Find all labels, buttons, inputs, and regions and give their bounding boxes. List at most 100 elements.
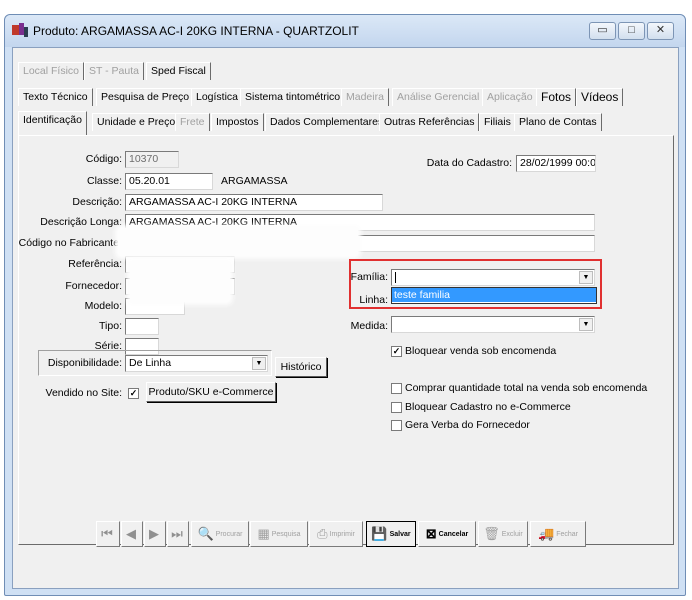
bloquear-venda-checkbox[interactable]: ✓ bbox=[391, 346, 402, 357]
vendido-site-label: Vendido no Site: bbox=[45, 387, 122, 399]
procurar-label: Procurar bbox=[215, 530, 243, 538]
chevron-down-icon[interactable]: ▼ bbox=[252, 357, 266, 370]
window-title: Produto: ARGAMASSA AC-I 20KG INTERNA - Q… bbox=[33, 24, 359, 38]
tab-aplicacao[interactable]: Aplicação bbox=[482, 88, 538, 106]
pesquisa-button[interactable]: ▦ Pesquisa bbox=[250, 521, 308, 547]
excluir-label: Excluir bbox=[501, 530, 523, 538]
maximize-icon: □ bbox=[628, 24, 635, 36]
next-record-button[interactable]: ▶ bbox=[144, 521, 166, 547]
first-record-button[interactable]: ⏮ bbox=[96, 521, 120, 547]
tipo-label: Tipo: bbox=[99, 320, 122, 332]
printer-icon: ⎙ bbox=[317, 526, 328, 541]
title-bar[interactable]: Produto: ARGAMASSA AC-I 20KG INTERNA - Q… bbox=[5, 15, 685, 47]
pesquisa-label: Pesquisa bbox=[271, 530, 301, 538]
gera-verba-checkbox[interactable] bbox=[391, 420, 402, 431]
medida-label: Medida: bbox=[350, 320, 388, 332]
tab-outras-referencias[interactable]: Outras Referências bbox=[379, 113, 480, 131]
data-cadastro-label: Data do Cadastro: bbox=[426, 157, 512, 169]
disponibilidade-label: Disponibilidade: bbox=[47, 357, 122, 369]
tab-fotos[interactable]: Fotos bbox=[536, 88, 577, 106]
minimize-button[interactable]: ▭ bbox=[589, 22, 616, 40]
text-caret bbox=[395, 271, 396, 283]
cancel-icon: ⊠ bbox=[425, 526, 437, 541]
redaction-smudge bbox=[130, 262, 230, 302]
app-icon bbox=[12, 23, 28, 37]
fornecedor-label: Fornecedor: bbox=[65, 280, 122, 292]
bloquear-cadastro-label: Bloquear Cadastro no e-Commerce bbox=[405, 401, 571, 413]
tab-analise-gerencial[interactable]: Análise Gerencial bbox=[392, 88, 485, 106]
medida-select[interactable]: ▼ bbox=[391, 316, 595, 333]
descricao-label: Descrição: bbox=[72, 196, 122, 208]
chevron-down-icon[interactable]: ▼ bbox=[579, 318, 593, 331]
close-button[interactable]: ✕ bbox=[647, 22, 674, 40]
prev-icon: ◀ bbox=[126, 526, 136, 541]
bloquear-venda-label: Bloquear venda sob encomenda bbox=[405, 345, 557, 357]
linha-label: Linha: bbox=[359, 294, 388, 306]
fechar-label: Fechar bbox=[556, 530, 578, 538]
familia-label: Família: bbox=[350, 271, 388, 283]
historico-button[interactable]: Histórico bbox=[275, 357, 327, 377]
tab-sistema-tintometrico[interactable]: Sistema tintométrico bbox=[240, 88, 346, 106]
familia-select[interactable]: ▼ bbox=[391, 269, 595, 286]
floppy-disk-icon: 💾 bbox=[371, 526, 388, 541]
data-cadastro-field[interactable]: 28/02/1999 00:0 bbox=[516, 155, 596, 172]
close-icon: ✕ bbox=[655, 24, 666, 36]
navigation-toolbar: ⏮ ◀ ▶ ⏭ 🔍 Procurar ▦ Pesquisa ⎙ Imprimir 💾 S… bbox=[96, 521, 586, 547]
descricao-longa-label: Descrição Longa: bbox=[40, 216, 122, 228]
salvar-label: Salvar bbox=[389, 530, 411, 538]
salvar-button[interactable]: 💾 Salvar bbox=[366, 521, 416, 547]
procurar-button[interactable]: 🔍 Procurar bbox=[191, 521, 249, 547]
tab-st-pauta[interactable]: ST - Pauta bbox=[84, 62, 144, 80]
next-icon: ▶ bbox=[149, 526, 159, 541]
tab-local-fisico[interactable]: Local Físico bbox=[18, 62, 85, 80]
imprimir-button[interactable]: ⎙ Imprimir bbox=[309, 521, 363, 547]
minimize-icon: ▭ bbox=[597, 24, 608, 36]
classe-field[interactable]: 05.20.01 bbox=[125, 173, 213, 190]
tab-sped-fiscal[interactable]: Sped Fiscal bbox=[146, 62, 211, 80]
last-record-button[interactable]: ⏭ bbox=[167, 521, 189, 547]
codigo-fabricante-label: Código no Fabricante: bbox=[18, 237, 122, 249]
bloquear-cadastro-checkbox[interactable] bbox=[391, 402, 402, 413]
referencia-label: Referência: bbox=[68, 258, 122, 270]
tab-pesquisa-preco[interactable]: Pesquisa de Preço bbox=[96, 88, 195, 106]
classe-description: ARGAMASSA bbox=[221, 175, 288, 187]
vendido-site-checkbox[interactable]: ✓ bbox=[128, 388, 139, 399]
tab-logistica[interactable]: Logística bbox=[191, 88, 244, 106]
tab-frete[interactable]: Frete bbox=[175, 113, 210, 131]
tab-dados-complementares[interactable]: Dados Complementares bbox=[265, 113, 389, 131]
grid-icon: ▦ bbox=[257, 526, 270, 541]
tab-unidade-preco[interactable]: Unidade e Preço bbox=[92, 113, 181, 131]
descricao-field[interactable]: ARGAMASSA AC-I 20KG INTERNA bbox=[125, 194, 383, 211]
excluir-button[interactable]: 🗑 Excluir bbox=[478, 521, 528, 547]
tipo-field[interactable] bbox=[125, 318, 159, 335]
codigo-field[interactable]: 10370 bbox=[125, 151, 179, 168]
cancelar-button[interactable]: ⊠ Cancelar bbox=[418, 521, 476, 547]
tab-identificacao[interactable]: Identificação bbox=[18, 111, 87, 136]
last-icon: ⏭ bbox=[171, 526, 183, 541]
familia-option[interactable]: teste familia bbox=[392, 288, 596, 302]
tab-plano-contas[interactable]: Plano de Contas bbox=[514, 113, 602, 131]
produto-sku-button[interactable]: Produto/SKU e-Commerce bbox=[146, 382, 276, 402]
fechar-button[interactable]: 🚚 Fechar bbox=[530, 521, 586, 547]
gera-verba-label: Gera Verba do Fornecedor bbox=[405, 419, 530, 431]
tab-videos[interactable]: Vídeos bbox=[576, 88, 624, 106]
cancelar-label: Cancelar bbox=[438, 530, 469, 538]
tab-madeira[interactable]: Madeira bbox=[341, 88, 389, 106]
tab-filiais[interactable]: Filiais bbox=[479, 113, 516, 131]
classe-label: Classe: bbox=[86, 175, 122, 187]
disponibilidade-select[interactable]: De Linha ▼ bbox=[125, 355, 268, 372]
codigo-label: Código: bbox=[85, 153, 122, 165]
redaction-smudge bbox=[118, 228, 358, 256]
chevron-down-icon[interactable]: ▼ bbox=[579, 271, 593, 284]
tab-texto-tecnico[interactable]: Texto Técnico bbox=[18, 88, 93, 106]
prev-record-button[interactable]: ◀ bbox=[121, 521, 143, 547]
maximize-button[interactable]: □ bbox=[618, 22, 645, 40]
first-icon: ⏮ bbox=[101, 526, 113, 541]
modelo-label: Modelo: bbox=[84, 300, 122, 312]
disponibilidade-value: De Linha bbox=[129, 357, 172, 369]
comprar-total-checkbox[interactable] bbox=[391, 383, 402, 394]
tab-impostos[interactable]: Impostos bbox=[211, 113, 264, 131]
truck-icon: 🚚 bbox=[538, 526, 555, 541]
comprar-total-label: Comprar quantidade total na venda sob en… bbox=[405, 382, 648, 394]
familia-dropdown-list: teste familia bbox=[391, 287, 597, 304]
